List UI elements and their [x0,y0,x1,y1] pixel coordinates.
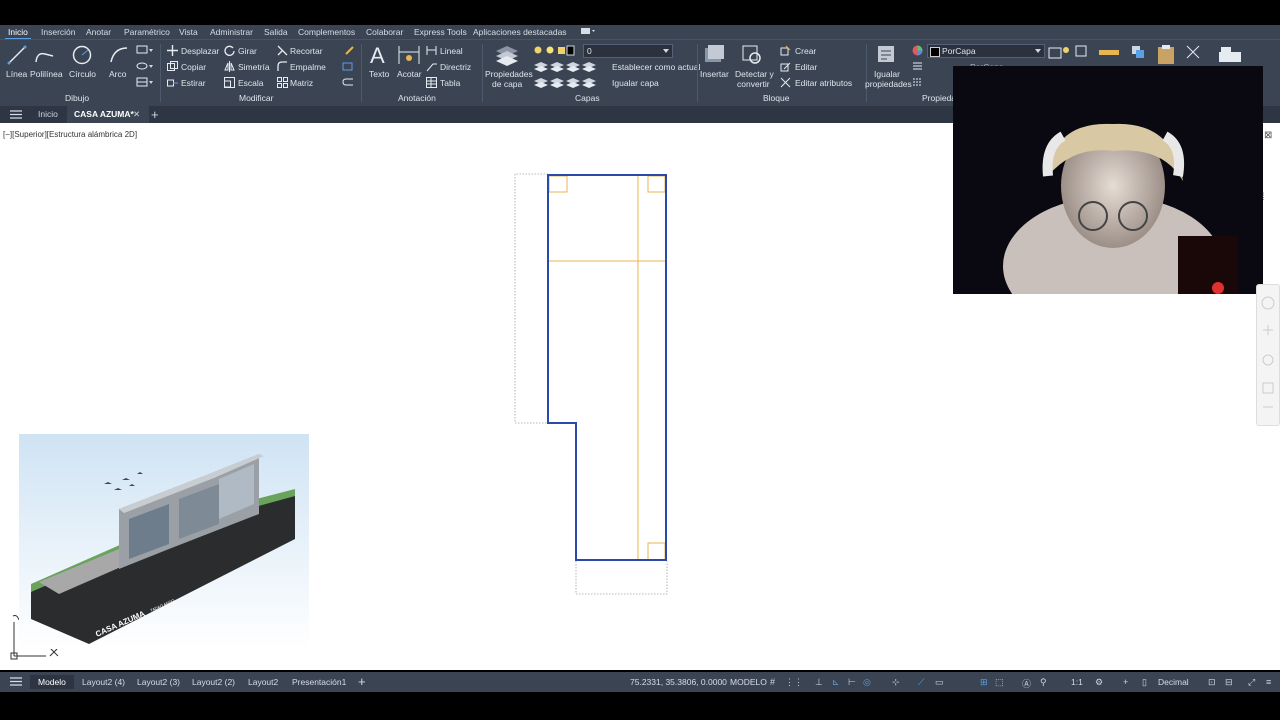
tab-layout2-2[interactable]: Layout2 (2) [192,672,235,692]
inner-guide-lines [548,175,666,561]
plan-outline [547,174,667,561]
gear-icon[interactable]: ⚙ [1095,677,1103,688]
add-layout-plus-icon[interactable]: + [358,672,366,692]
tab-layout2-3[interactable]: Layout2 (3) [137,672,180,692]
navigation-bar[interactable] [1256,284,1280,426]
properties-icon[interactable]: ⊡ [1208,677,1216,688]
polar-icon[interactable]: ⊢ [848,677,856,688]
webcam-overlay [953,66,1263,294]
scroll-handle-icon[interactable]: ⁞ [1262,192,1265,203]
layout-menu-icon[interactable] [10,677,22,688]
coordinates-readout[interactable]: 75.2331, 35.3806, 0.0000 [630,672,727,692]
selection-cycling-icon[interactable]: ⬚ [995,677,1004,688]
snap-icon[interactable]: ⋮⋮ [785,677,803,688]
fullscreen-icon[interactable]: ⤢ [1248,677,1255,688]
customize-menu-icon[interactable]: ≡ [1266,677,1271,687]
model-space-toggle[interactable]: MODELO [730,672,767,692]
units-icon[interactable]: ▯ [1142,677,1147,688]
track-icon[interactable]: ⊹ [892,677,900,688]
lineweight-toggle-icon[interactable]: ⟋ [918,677,924,688]
osnap-icon[interactable]: ◎ [863,677,871,688]
reference-render-image: CASA AZUMA TADAO ANDO [19,434,309,649]
tab-layout2[interactable]: Layout2 [248,672,278,692]
dynamic-ucs-icon[interactable]: ⊞ [980,677,988,688]
grid-icon[interactable]: # [770,677,775,687]
isolate-icon[interactable]: ⊟ [1225,677,1233,688]
infer-icon[interactable]: ⊥ [815,677,823,688]
tab-modelo[interactable]: Modelo [38,672,66,692]
annotation-scale[interactable]: 1:1 [1071,672,1083,692]
transparency-icon[interactable]: ▭ [935,677,944,688]
annotation-visibility-icon[interactable]: Ⓐ [1022,677,1031,690]
dashed-outline [514,173,668,595]
tab-presentacion1[interactable]: Presentación1 [292,672,346,692]
auto-scale-icon[interactable]: ⚲ [1040,677,1047,688]
ortho-icon[interactable]: ⊾ [832,677,840,688]
add-icon[interactable]: + [1123,677,1128,687]
tab-layout2-4[interactable]: Layout2 (4) [82,672,125,692]
units-dropdown[interactable]: Decimal [1158,672,1189,692]
